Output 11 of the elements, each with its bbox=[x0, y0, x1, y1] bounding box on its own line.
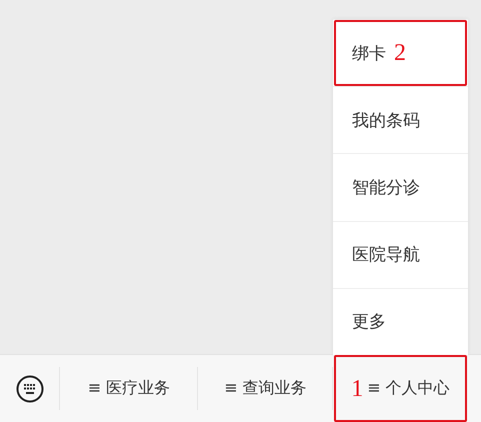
menu-tab[interactable]: ≡ 医疗业务 bbox=[88, 378, 170, 399]
submenu-item[interactable]: 我的条码 bbox=[333, 86, 468, 154]
menu-tab[interactable]: ≡ 查询业务 bbox=[224, 378, 307, 399]
submenu-item[interactable]: 绑卡 2 bbox=[333, 19, 468, 86]
menu-tab[interactable]: ≡ 个人中心 bbox=[367, 378, 450, 399]
keyboard-icon[interactable] bbox=[16, 374, 44, 402]
submenu-item[interactable]: 更多 bbox=[333, 288, 468, 355]
annotation-number: 1 bbox=[351, 376, 364, 400]
submenu-item[interactable]: 医院导航 bbox=[333, 220, 468, 288]
submenu-item[interactable]: 智能分诊 bbox=[333, 153, 468, 221]
annotation-number: 2 bbox=[394, 41, 406, 66]
